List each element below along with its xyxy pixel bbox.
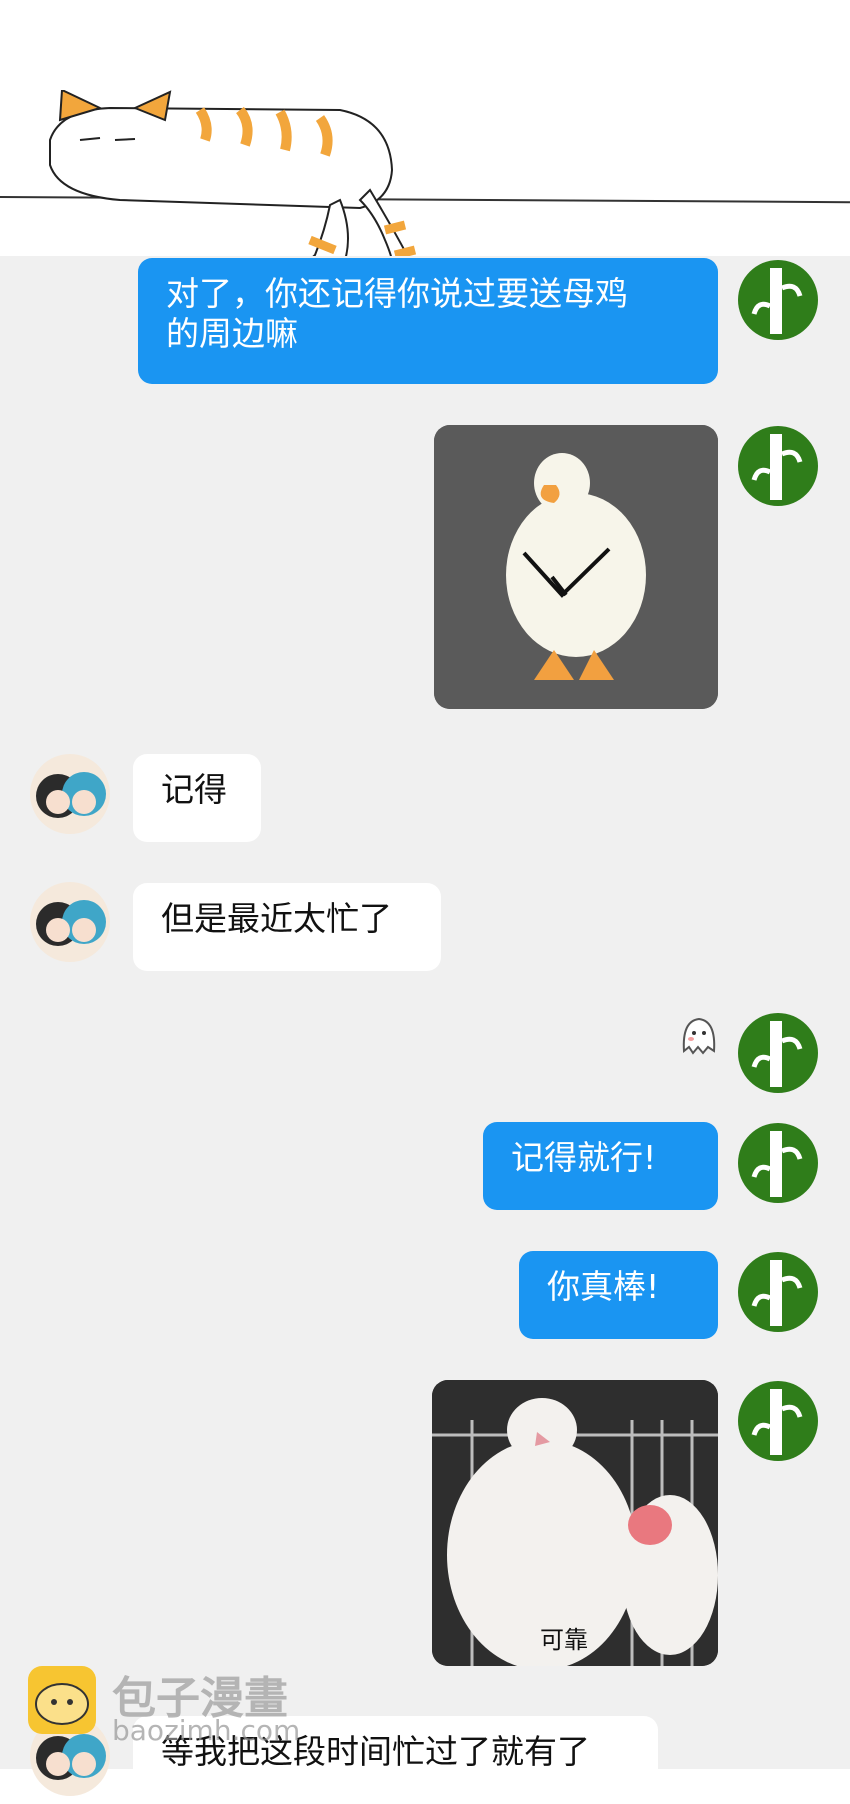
- bamboo-avatar-icon: [751, 268, 803, 334]
- their-message-bubble: 但是最近太忙了: [133, 883, 441, 971]
- watermark-site: baozimh.com: [112, 1714, 301, 1747]
- bamboo-avatar-icon: [751, 1260, 803, 1326]
- birds-photo[interactable]: 可靠: [432, 1380, 718, 1666]
- their-avatar[interactable]: [30, 754, 110, 834]
- their-message-bubble: 记得: [133, 754, 261, 842]
- bamboo-avatar-icon: [751, 1389, 803, 1455]
- ghost-sticker-icon: [682, 1017, 716, 1055]
- anime-avatar-icon: [36, 772, 106, 818]
- site-watermark: 包子漫畫 baozimh.com: [26, 1662, 326, 1752]
- my-avatar[interactable]: [738, 1123, 818, 1203]
- chat-area[interactable]: 对了，你还记得你说过要送母鸡 的周边嘛 记得 但是最近太忙了 记得就行! 你真棒…: [0, 256, 850, 1804]
- my-avatar[interactable]: [738, 1252, 818, 1332]
- my-avatar[interactable]: [738, 426, 818, 506]
- header-illustration-area: [0, 0, 850, 309]
- my-avatar[interactable]: [738, 1381, 818, 1461]
- duck-photo[interactable]: [434, 425, 718, 709]
- bun-logo-icon: [28, 1666, 96, 1734]
- anime-avatar-icon: [36, 900, 106, 946]
- my-message-bubble: 记得就行!: [483, 1122, 718, 1210]
- image-caption: 可靠: [540, 1626, 588, 1654]
- bamboo-avatar-icon: [751, 1021, 803, 1087]
- my-message-bubble: 你真棒!: [519, 1251, 718, 1339]
- ghost-sticker[interactable]: [676, 1011, 722, 1057]
- my-avatar[interactable]: [738, 260, 818, 340]
- bamboo-avatar-icon: [751, 434, 803, 500]
- my-message-bubble: 对了，你还记得你说过要送母鸡 的周边嘛: [138, 258, 718, 384]
- their-avatar[interactable]: [30, 882, 110, 962]
- my-avatar[interactable]: [738, 1013, 818, 1093]
- bamboo-avatar-icon: [751, 1131, 803, 1197]
